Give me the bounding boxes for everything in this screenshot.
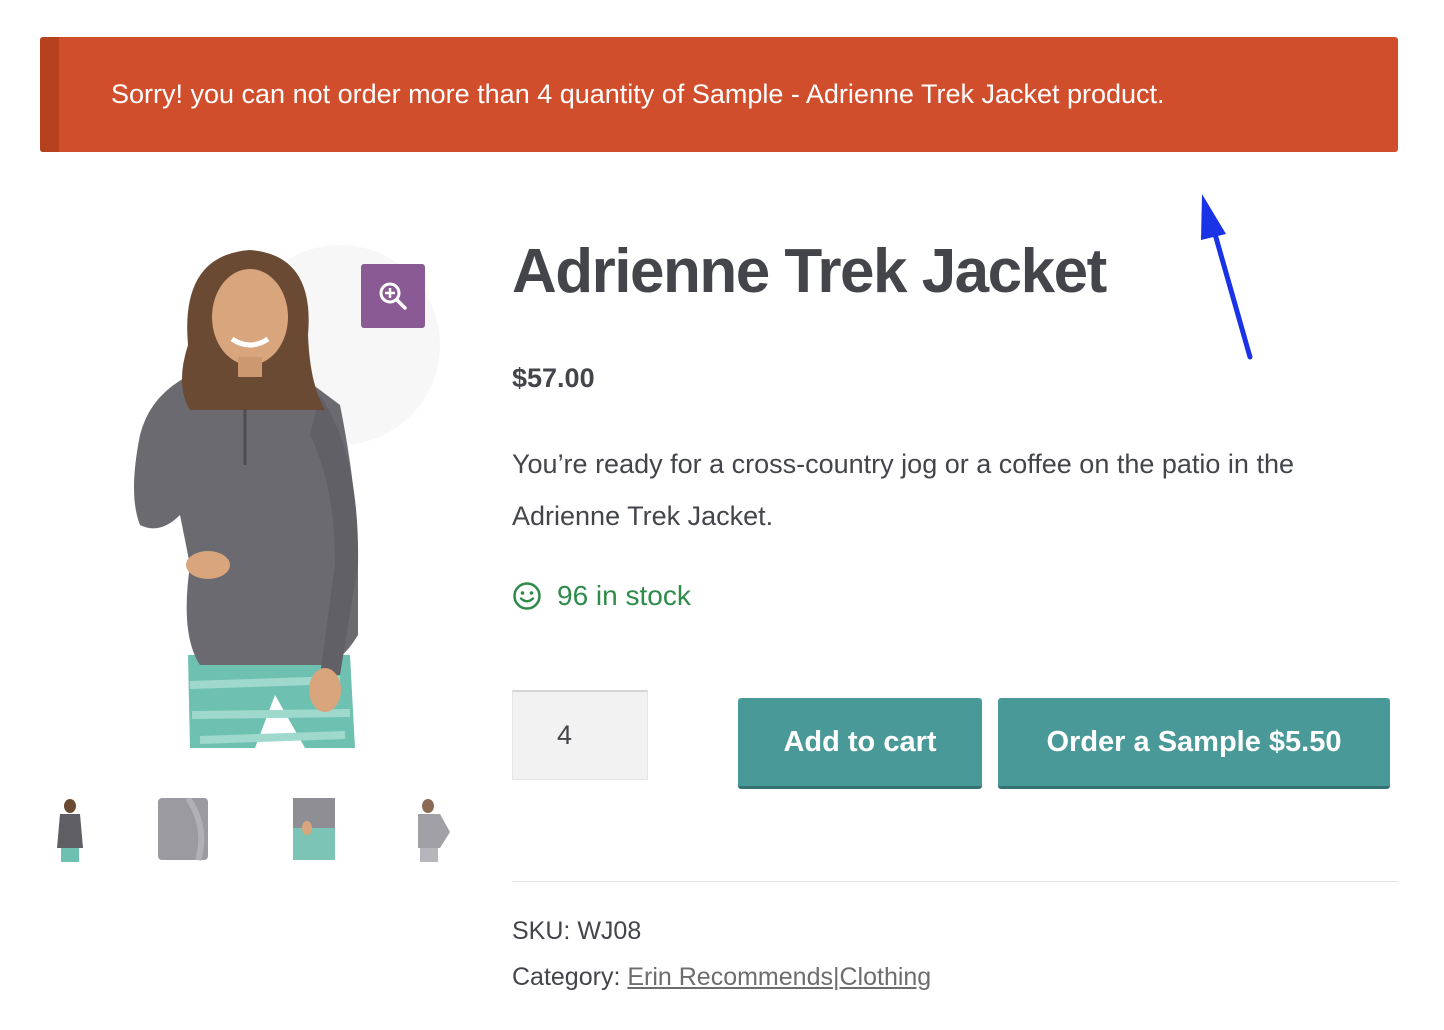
notice-message: Sorry! you can not order more than 4 qua… (111, 79, 1165, 109)
product-price: $57.00 (512, 363, 595, 393)
product-title: Adrienne Trek Jacket (512, 237, 1107, 306)
thumbnail-3[interactable] (293, 798, 338, 862)
magnify-plus-icon (379, 282, 407, 310)
category-link-clothing[interactable]: Clothing (839, 963, 931, 991)
category-label: Category: (512, 963, 621, 991)
quantity-input[interactable] (512, 690, 648, 780)
stock-status: 96 in stock (512, 580, 691, 612)
smiley-icon (513, 582, 541, 610)
annotation-arrow-icon (1201, 194, 1253, 360)
order-sample-button[interactable]: Order a Sample $5.50 (998, 698, 1390, 789)
thumbnail-2[interactable] (158, 798, 208, 862)
thumbnail-gallery (40, 798, 460, 864)
product-categories: Category: Erin Recommends|Clothing (512, 963, 931, 992)
add-to-cart-button[interactable]: Add to cart (738, 698, 982, 789)
thumbnail-1[interactable] (45, 798, 95, 862)
sku-value: WJ08 (577, 917, 642, 945)
error-notice: Sorry! you can not order more than 4 qua… (40, 37, 1398, 152)
product-sku: SKU: WJ08 (512, 917, 641, 946)
meta-divider (512, 881, 1398, 882)
zoom-button[interactable] (361, 264, 425, 328)
stock-text: 96 in stock (557, 580, 691, 611)
category-link-erin-recommends[interactable]: Erin Recommends (627, 963, 833, 991)
sku-label: SKU: (512, 917, 571, 945)
product-description: You’re ready for a cross-country jog or … (512, 449, 1294, 531)
thumbnail-4[interactable] (408, 798, 453, 862)
notice-accent-bar (40, 37, 59, 152)
